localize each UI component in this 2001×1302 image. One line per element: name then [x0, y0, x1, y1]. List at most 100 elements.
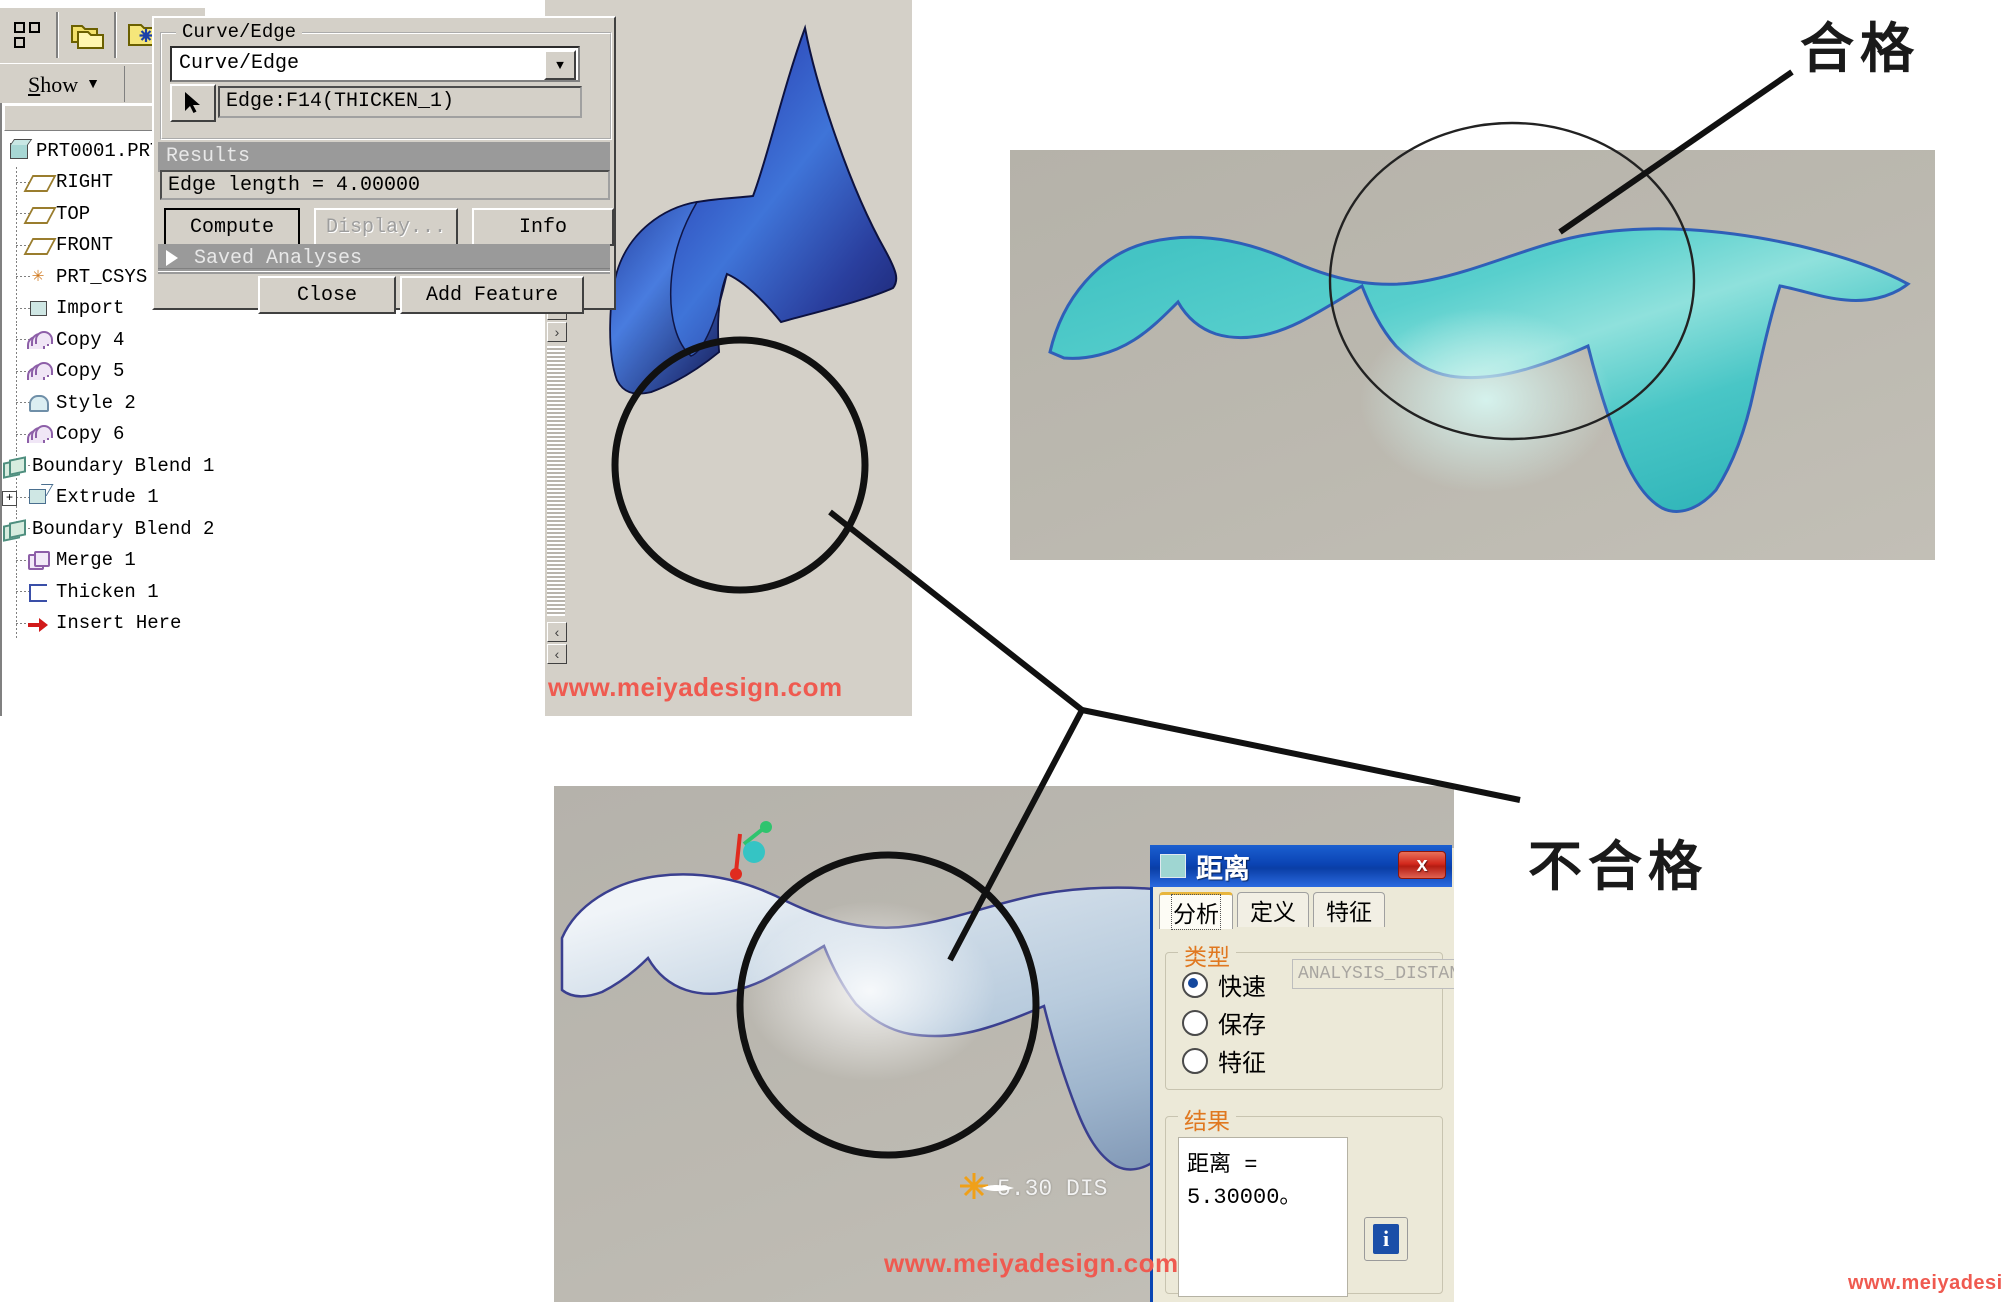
- distance-analysis-dialog[interactable]: 距离 x 分析 定义 特征 类型 快速 保存 特征 ANALYSIS_DISTA…: [1150, 845, 1454, 1302]
- compute-button[interactable]: Compute: [164, 208, 300, 246]
- tree-item-label: Copy 4: [56, 328, 125, 351]
- tree-item-label: Copy 6: [56, 423, 125, 446]
- scroll-down-icon[interactable]: ‹: [547, 622, 567, 642]
- tree-item-label: PRT_CSYS: [56, 265, 148, 288]
- add-feature-button[interactable]: Add Feature: [400, 276, 584, 314]
- dimension-witness-marker: [960, 1173, 1014, 1199]
- tree-item-label: Merge 1: [56, 549, 136, 572]
- tree-item-copy-4[interactable]: Copy 4: [2, 324, 207, 356]
- dialog-title-text: 距离: [1196, 853, 1250, 884]
- scroll-down2-icon[interactable]: ‹: [547, 644, 567, 664]
- tree-item-copy-6[interactable]: Copy 6: [2, 418, 207, 450]
- dialog-separator: [158, 268, 610, 272]
- viewport-greyblue-model[interactable]: 5.30 DIS 距离 x 分析 定义 特征 类型 快速 保存 特征 ANALY…: [554, 786, 1454, 1302]
- cyan-surface-model: [1048, 227, 1911, 513]
- info-button[interactable]: Info: [472, 208, 614, 246]
- close-icon[interactable]: x: [1398, 851, 1446, 879]
- watermark-bottom: www.meiyadesign.com: [884, 1248, 1179, 1278]
- tree-item-label: TOP: [56, 202, 91, 225]
- tree-item-boundary-blend-2[interactable]: Boundary Blend 2: [2, 513, 214, 545]
- tab-feature[interactable]: 特征: [1313, 892, 1385, 927]
- radio-feature[interactable]: 特征: [1182, 1043, 1266, 1078]
- analysis-type-value: Curve/Edge: [179, 52, 300, 75]
- type-fieldset: 类型 快速 保存 特征 ANALYSIS_DISTAN: [1165, 938, 1454, 1090]
- copy-surface-icon: [26, 423, 53, 445]
- viewport-blue-canvas: [567, 0, 912, 716]
- tile-windows-icon[interactable]: [6, 14, 50, 56]
- toolbar-separator: [56, 12, 59, 58]
- copy-surface-icon: [26, 360, 53, 382]
- tree-item-label: FRONT: [56, 234, 114, 257]
- analysis-type-select[interactable]: Curve/Edge ▼: [170, 46, 580, 82]
- select-arrow-button[interactable]: [170, 84, 216, 122]
- results-section-header: Results: [158, 142, 610, 172]
- tree-item-label: PRT0001.PRT: [36, 139, 162, 162]
- insert-here-arrow-icon: [26, 612, 52, 634]
- tree-item-label: Boundary Blend 1: [32, 454, 215, 477]
- selected-edge-field[interactable]: Edge:F14(THICKEN_1): [218, 86, 582, 118]
- tree-expander[interactable]: +: [2, 490, 17, 506]
- watermark-topleft: www.meiyadesign.com: [548, 672, 843, 702]
- info-icon[interactable]: i: [1364, 1217, 1408, 1261]
- dialog-title-bar[interactable]: 距离 x: [1150, 845, 1452, 887]
- chevron-down-icon: ▼: [86, 77, 100, 92]
- scroll-thumb[interactable]: [547, 346, 565, 616]
- tree-item-copy-5[interactable]: Copy 5: [2, 355, 207, 387]
- tree-item-label: Thicken 1: [56, 580, 159, 603]
- tree-item-style-2[interactable]: Style 2: [2, 387, 207, 419]
- coordinate-triad-icon: [730, 821, 772, 880]
- toolbar-separator: [114, 12, 117, 58]
- selection-row: Edge:F14(THICKEN_1): [170, 84, 582, 122]
- radio-feature-icon[interactable]: [1182, 1047, 1208, 1074]
- display-button: Display...: [314, 208, 458, 246]
- tree-item-thicken-1[interactable]: Thicken 1: [2, 576, 207, 608]
- dialog-tabs: 分析 定义 特征: [1159, 892, 1385, 930]
- scroll-up2-icon[interactable]: ›: [547, 322, 567, 342]
- merge-feature-icon: [26, 549, 52, 571]
- tab-definition[interactable]: 定义: [1237, 892, 1309, 927]
- result-textbox: 距离 = 5.30000。: [1178, 1137, 1348, 1297]
- datum-plane-icon: [23, 171, 57, 193]
- tree-item-merge-1[interactable]: Merge 1: [2, 544, 207, 576]
- tab-analysis-label: 分析: [1171, 894, 1221, 930]
- tree-item-label: Extrude 1: [56, 486, 159, 509]
- close-button[interactable]: Close: [258, 276, 396, 314]
- curve-edge-analysis-dialog[interactable]: Curve/Edge Curve/Edge ▼ Edge:F14(THICKEN…: [152, 16, 616, 314]
- radio-quick-icon[interactable]: [1182, 971, 1208, 998]
- result-group-label: 结果: [1178, 1102, 1236, 1136]
- tab-definition-label: 定义: [1250, 899, 1296, 925]
- part-cube-icon: [6, 140, 32, 162]
- tree-item-label: Style 2: [56, 391, 136, 414]
- info-glyph: i: [1373, 1224, 1399, 1254]
- tree-item-insert-here[interactable]: Insert Here: [2, 607, 207, 639]
- show-menu-label: Show: [28, 72, 79, 97]
- thicken-feature-icon: [26, 581, 52, 603]
- boundary-blend-icon: [2, 455, 28, 479]
- tree-item-extrude-1[interactable]: + Extrude 1: [2, 481, 207, 513]
- proe-screenshot-topleft: Show ▼ S PRT0001.PRTRIGHTTOPFRONT✳PRT_CS…: [0, 0, 912, 716]
- show-menu-button[interactable]: Show ▼: [8, 68, 120, 102]
- boundary-blend-icon: [2, 518, 28, 542]
- radio-save[interactable]: 保存: [1182, 1005, 1266, 1040]
- part-cube-icon: [1160, 854, 1186, 878]
- tab-analysis[interactable]: 分析: [1159, 892, 1233, 930]
- coordinate-system-icon: ✳: [31, 264, 45, 288]
- copy-folder-icon[interactable]: [66, 14, 110, 56]
- analysis-name-input[interactable]: ANALYSIS_DISTAN: [1292, 959, 1454, 989]
- tree-item-label: Boundary Blend 2: [32, 517, 215, 540]
- radio-save-icon[interactable]: [1182, 1009, 1208, 1036]
- expand-triangle-icon[interactable]: [166, 250, 178, 266]
- result-fieldset: 结果 距离 = 5.30000。 i: [1165, 1102, 1443, 1297]
- import-feature-icon: [26, 297, 52, 319]
- watermark-corner: www.meiyadesign.com: [1848, 1272, 2001, 1294]
- viewport-vertical-scrollbar[interactable]: › › ‹ ‹: [545, 300, 567, 716]
- datum-plane-icon: [23, 234, 57, 256]
- label-fail: 不合格: [1528, 835, 1708, 898]
- curve-edge-group-label: Curve/Edge: [176, 21, 303, 43]
- viewport-cyan-model[interactable]: [1010, 150, 1935, 560]
- radio-quick[interactable]: 快速: [1182, 967, 1266, 1002]
- tree-item-boundary-blend-1[interactable]: Boundary Blend 1: [2, 450, 214, 482]
- tree-item-label: Copy 5: [56, 360, 125, 383]
- style-feature-icon: [26, 392, 52, 414]
- chevron-down-icon[interactable]: ▼: [544, 50, 576, 80]
